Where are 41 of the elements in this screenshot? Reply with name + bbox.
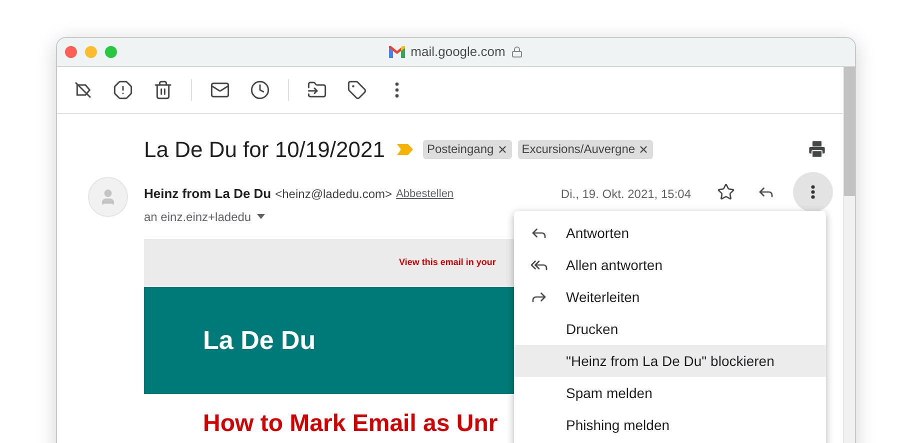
label-chip[interactable]: Posteingang — [422, 140, 512, 158]
email-subject: La De Du for 10/19/2021 — [144, 136, 385, 164]
menu-item[interactable]: "Heinz from La De Du" blockieren — [514, 345, 826, 377]
menu-item[interactable]: Weiterleiten — [514, 281, 826, 313]
more-vertical-icon — [811, 185, 815, 199]
scrollbar-thumb[interactable] — [844, 67, 855, 196]
label-text: Posteingang — [426, 141, 494, 158]
menu-item-label: Spam melden — [566, 384, 652, 403]
important-marker-icon[interactable] — [396, 144, 413, 154]
remove-label-icon[interactable] — [638, 144, 650, 154]
dropdown-caret-icon[interactable] — [257, 214, 266, 219]
menu-item-label: Allen antworten — [566, 256, 663, 274]
menu-item-label: Drucken — [566, 320, 618, 338]
unsubscribe-link[interactable]: Abbestellen — [396, 186, 454, 202]
remove-label-icon[interactable] — [496, 144, 508, 154]
lock-icon — [511, 46, 524, 58]
star-icon — [717, 183, 735, 201]
print-icon[interactable] — [807, 139, 827, 159]
label-chip[interactable]: Excursions/Auvergne — [518, 140, 654, 158]
banner-title: La De Du — [203, 324, 316, 357]
more-options-button[interactable] — [793, 172, 833, 212]
menu-item[interactable]: Phishing melden — [514, 409, 826, 441]
mail-logo-icon — [388, 46, 405, 58]
menu-item[interactable]: Drucken — [514, 313, 826, 345]
address-text: mail.google.com — [410, 43, 506, 62]
menu-item[interactable]: Allen antworten — [514, 249, 826, 281]
close-window-icon[interactable] — [65, 46, 77, 58]
menu-item-label: Antworten — [566, 224, 630, 242]
email-heading: How to Mark Email as Unr — [203, 412, 498, 436]
email-date: Di., 19. Okt. 2021, 15:04 — [560, 186, 691, 203]
label-text: Excursions/Auvergne — [522, 141, 636, 158]
recipient-text: an einz.einz+ladedu — [144, 208, 252, 226]
avatar — [88, 177, 128, 217]
sender-email: <heinz@ladedu.com> — [275, 186, 392, 203]
view-in-browser-link[interactable]: View this email in your — [399, 256, 496, 270]
menu-item[interactable]: Antworten — [514, 217, 826, 249]
menu-item[interactable]: Spam melden — [514, 377, 826, 409]
sender-name: Heinz from La De Du — [144, 185, 272, 203]
menu-item-label: Phishing melden — [566, 416, 670, 435]
menu-item-label: Weiterleiten — [566, 288, 640, 306]
menu-item-label: "Heinz from La De Du" blockieren — [566, 352, 774, 370]
